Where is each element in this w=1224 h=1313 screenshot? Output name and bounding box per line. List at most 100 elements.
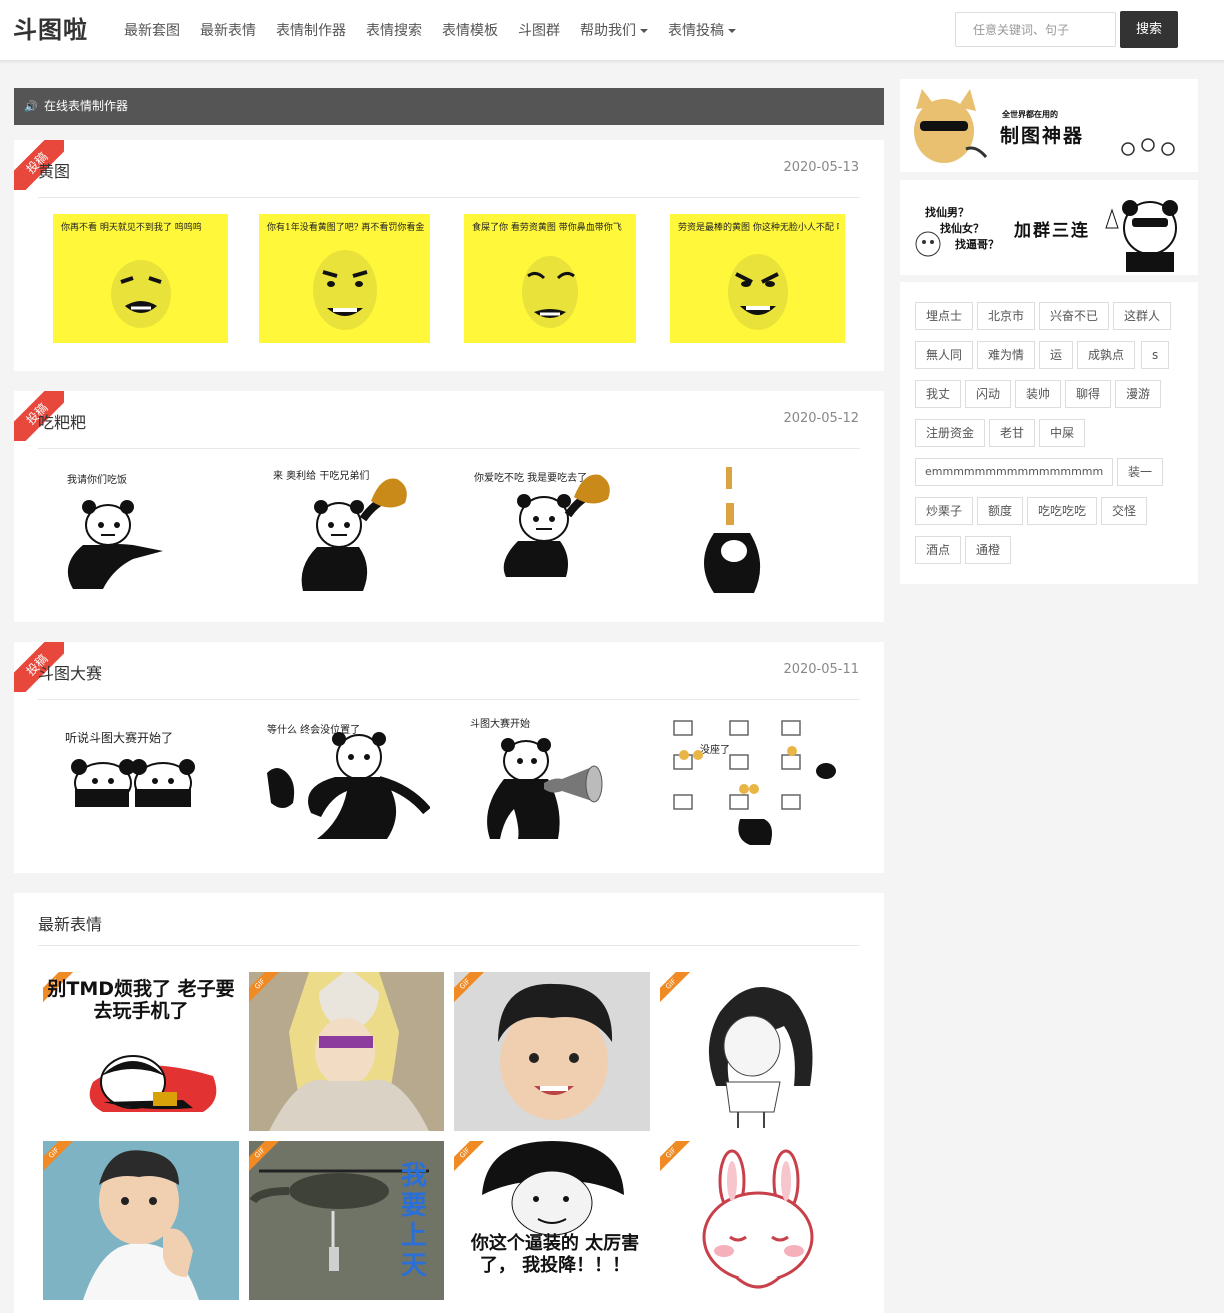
set-thumbnail[interactable]: 食屎了你 看劳资黄图 带你鼻血带你飞 bbox=[464, 214, 636, 343]
banner-title: 加群三连 bbox=[1014, 221, 1090, 241]
tag-link[interactable]: 漫游 bbox=[1115, 380, 1162, 408]
tag-link[interactable]: 我丈 bbox=[915, 380, 962, 408]
latest-emoji-item[interactable]: GIF bbox=[249, 972, 444, 1131]
site-logo[interactable]: 斗图啦 bbox=[13, 13, 97, 47]
panda-image bbox=[704, 467, 761, 593]
tag-link[interactable]: 成孰点 bbox=[1077, 341, 1136, 369]
banner-line-2: 找仙女？ bbox=[940, 222, 984, 235]
nav-emoji-templates[interactable]: 表情模板 bbox=[442, 20, 498, 40]
set-thumbnail[interactable] bbox=[670, 463, 845, 595]
set-thumbnail[interactable]: 你再不看 明天就见不到我了 呜呜呜 bbox=[53, 214, 228, 343]
panda-image bbox=[267, 732, 430, 839]
panda-image bbox=[71, 759, 195, 807]
banner-join-group[interactable]: 找仙男？ 找仙女？ 找逼哥？ 加群三连 bbox=[900, 180, 1198, 275]
set-thumbnail[interactable]: 来 奥利给 干吃兄弟们 bbox=[259, 463, 430, 595]
face-image bbox=[313, 250, 377, 330]
set-date: 2020-05-11 bbox=[783, 662, 859, 677]
set-thumbnail[interactable]: 你有1年没看黄图了吧? 再不看罚你看金图 bbox=[259, 214, 430, 343]
tag-link[interactable]: 無人同 bbox=[915, 341, 974, 369]
nav-help-us[interactable]: 帮助我们 bbox=[580, 20, 648, 40]
divider bbox=[38, 448, 860, 449]
set-title[interactable]: 黄图 bbox=[38, 158, 70, 182]
nav-submit-label: 表情投稿 bbox=[668, 23, 724, 39]
tag-link[interactable]: 交怪 bbox=[1101, 497, 1148, 525]
child-photo bbox=[498, 983, 613, 1120]
nav-emoji-maker[interactable]: 表情制作器 bbox=[276, 20, 346, 40]
divider bbox=[38, 197, 860, 198]
latest-panel: 最新表情 GIF 别TMD烦我了 老子要去玩手机了 GIF GIF GIF GI… bbox=[14, 893, 884, 1313]
anime-character-image bbox=[269, 972, 429, 1131]
tag-link[interactable]: 炒栗子 bbox=[915, 497, 974, 525]
panda-image bbox=[487, 738, 603, 839]
latest-emoji-item[interactable]: GIF bbox=[454, 972, 650, 1131]
nav-groups[interactable]: 斗图群 bbox=[518, 20, 560, 40]
latest-emoji-item[interactable]: GIF bbox=[43, 1141, 239, 1300]
chairs-image bbox=[673, 720, 836, 845]
latest-emoji-item[interactable]: GIF bbox=[660, 972, 856, 1131]
emoji-text: 你这个逼装的 太厉害了， 我投降！！！ bbox=[470, 1233, 640, 1276]
set-thumbnail[interactable]: 劳资是最棒的黄图 你这种无脸小人不配 啪啪啪 bbox=[670, 214, 845, 343]
latest-emoji-item[interactable]: GIF 别TMD烦我了 老子要去玩手机了 bbox=[43, 972, 239, 1131]
banner-image-tool[interactable]: 全世界都在用的 制图神器 bbox=[900, 79, 1198, 172]
search-button[interactable]: 搜索 bbox=[1120, 11, 1178, 48]
tag-link[interactable]: 运 bbox=[1039, 341, 1074, 369]
tag-link[interactable]: 闪动 bbox=[965, 380, 1012, 408]
tag-link[interactable]: 这群人 bbox=[1113, 302, 1172, 330]
main-nav: 最新套图 最新表情 表情制作器 表情搜索 表情模板 斗图群 帮助我们 表情投稿 bbox=[124, 0, 756, 60]
tag-link[interactable]: 难为情 bbox=[977, 341, 1036, 369]
emoji-text: 我要上天 bbox=[400, 1161, 427, 1281]
notice-bar[interactable]: 🔊 在线表情制作器 bbox=[14, 88, 884, 125]
nav-latest-sets[interactable]: 最新套图 bbox=[124, 20, 180, 40]
bunny-image bbox=[702, 1149, 814, 1289]
tag-link[interactable]: 埋点士 bbox=[915, 302, 974, 330]
set-thumbnail[interactable]: 等什么 终会没位置了 bbox=[259, 715, 430, 845]
chevron-down-icon bbox=[640, 29, 648, 33]
latest-emoji-item[interactable]: GIF bbox=[660, 1141, 856, 1300]
tag-link[interactable]: 兴奋不已 bbox=[1039, 302, 1110, 330]
child-waving-photo bbox=[83, 1150, 199, 1300]
set-title[interactable]: 斗图大赛 bbox=[38, 660, 102, 684]
tag-link[interactable]: 装帅 bbox=[1015, 380, 1062, 408]
set-thumbnail[interactable]: 你爱吃不吃 我是要吃去了 bbox=[464, 463, 636, 595]
notice-text: 在线表情制作器 bbox=[44, 99, 129, 113]
tag-link[interactable]: 北京市 bbox=[977, 302, 1036, 330]
tag-link[interactable]: 注册资金 bbox=[915, 419, 986, 447]
latest-emoji-item[interactable]: GIF 你这个逼装的 太厉害了， 我投降！！！ bbox=[454, 1141, 650, 1300]
set-panel-2: 投稿 吃粑粑 2020-05-12 我请你们吃饭 来 奥利给 干吃兄弟们 你爱吃… bbox=[14, 391, 884, 622]
chevron-down-icon bbox=[728, 29, 736, 33]
set-thumbnail[interactable]: 我请你们吃饭 bbox=[53, 463, 228, 595]
banner-title: 制图神器 bbox=[1000, 125, 1085, 147]
search-input[interactable]: 任意关键词、句子 bbox=[955, 12, 1116, 47]
tag-link[interactable]: 吃吃吃吃 bbox=[1027, 497, 1098, 525]
tag-link[interactable]: emmmmmmmmmmmmmmmm bbox=[915, 458, 1114, 486]
tag-link[interactable]: 老甘 bbox=[989, 419, 1036, 447]
face-image bbox=[522, 256, 578, 328]
tag-link[interactable]: 额度 bbox=[977, 497, 1024, 525]
divider bbox=[38, 699, 860, 700]
set-thumbnail[interactable]: 听说斗图大赛开始了 bbox=[53, 715, 228, 845]
nav-latest-emoji[interactable]: 最新表情 bbox=[200, 20, 256, 40]
tag-link[interactable]: 中屎 bbox=[1039, 419, 1086, 447]
face-image bbox=[728, 254, 788, 330]
nav-emoji-search[interactable]: 表情搜索 bbox=[366, 20, 422, 40]
tag-link[interactable]: s bbox=[1141, 341, 1170, 369]
tag-link[interactable]: 通橙 bbox=[965, 536, 1012, 564]
set-title[interactable]: 吃粑粑 bbox=[38, 409, 86, 433]
face-image bbox=[111, 260, 171, 328]
set-thumbnail[interactable]: 没座了 bbox=[670, 715, 845, 845]
nav-submit[interactable]: 表情投稿 bbox=[668, 20, 736, 40]
tag-link[interactable]: 聊得 bbox=[1065, 380, 1112, 408]
tag-link[interactable]: 酒点 bbox=[915, 536, 962, 564]
set-panel-3: 投稿 斗图大赛 2020-05-11 听说斗图大赛开始了 等什么 终会没位置了 … bbox=[14, 642, 884, 873]
tag-link[interactable]: 装一 bbox=[1117, 458, 1164, 486]
nav-help-label: 帮助我们 bbox=[580, 23, 636, 39]
divider bbox=[38, 945, 860, 946]
panda-image bbox=[503, 474, 610, 577]
banner-subtitle: 全世界都在用的 bbox=[1002, 110, 1058, 119]
latest-emoji-item[interactable]: GIF 我要上天 bbox=[249, 1141, 444, 1300]
banner-line-1: 找仙男？ bbox=[925, 206, 969, 219]
set-date: 2020-05-13 bbox=[783, 160, 859, 175]
set-thumbnail[interactable]: 斗图大赛开始 bbox=[464, 715, 636, 845]
banner-line-3: 找逼哥？ bbox=[955, 238, 999, 251]
set-panel-1: 投稿 黄图 2020-05-13 你再不看 明天就见不到我了 呜呜呜 你有1年没… bbox=[14, 140, 884, 371]
